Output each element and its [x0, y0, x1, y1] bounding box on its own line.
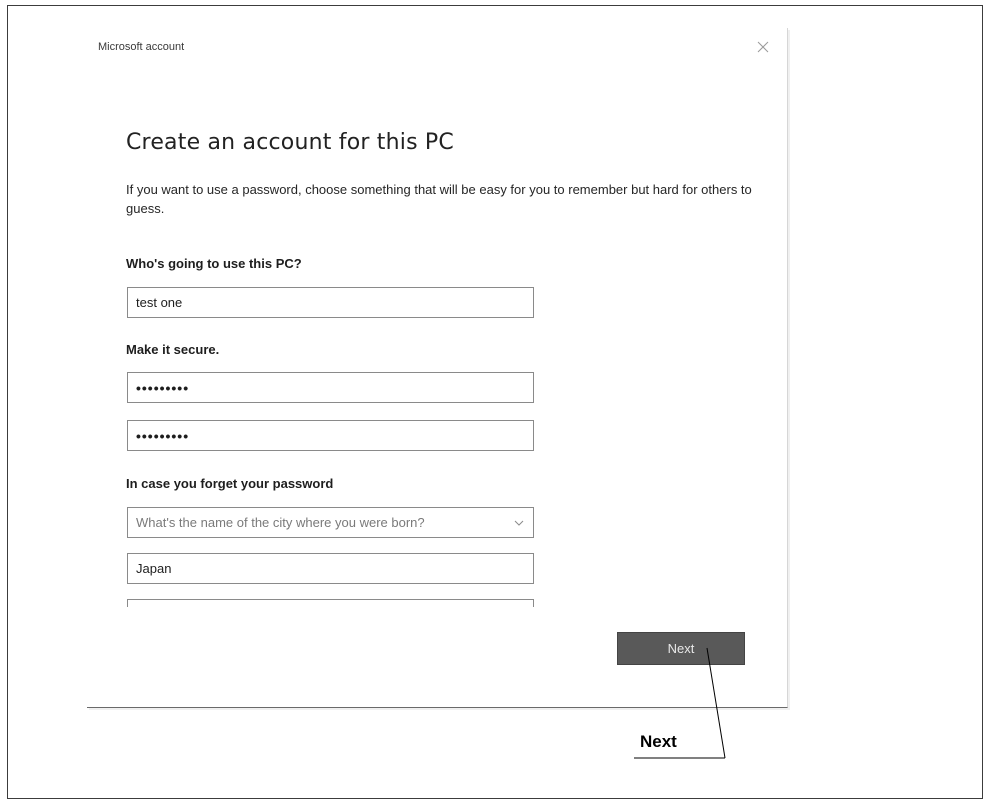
recovery-section-label: In case you forget your password: [126, 476, 334, 491]
dialog-title: Microsoft account: [98, 41, 185, 53]
callout-label-next: Next: [640, 732, 677, 751]
intro-text: If you want to use a password, choose so…: [126, 182, 752, 216]
username-field[interactable]: test one: [127, 287, 534, 318]
username-value: test one: [136, 295, 183, 310]
page-title: Create an account for this PC: [126, 130, 454, 155]
security-question-dropdown[interactable]: What's the name of the city where you we…: [127, 507, 534, 538]
secure-section-label: Make it secure.: [126, 342, 220, 357]
microsoft-account-dialog: Microsoft account Create an account for …: [87, 28, 788, 708]
reenter-password-field[interactable]: •••••••••: [127, 420, 534, 451]
next-button[interactable]: Next: [617, 632, 745, 665]
next-button-label: Next: [667, 641, 695, 656]
user-section-label: Who's going to use this PC?: [126, 256, 302, 271]
chevron-down-icon: [514, 520, 524, 526]
security-answer-value: Japan: [136, 561, 172, 576]
reenter-password-value: •••••••••: [136, 427, 190, 444]
second-question-dropdown[interactable]: [127, 599, 534, 607]
close-button[interactable]: [753, 37, 773, 57]
password-field[interactable]: •••••••••: [127, 372, 534, 403]
password-value: •••••••••: [136, 379, 190, 396]
security-answer-field[interactable]: Japan: [127, 553, 534, 584]
close-icon: [757, 41, 769, 53]
security-question-value: What's the name of the city where you we…: [136, 515, 425, 530]
